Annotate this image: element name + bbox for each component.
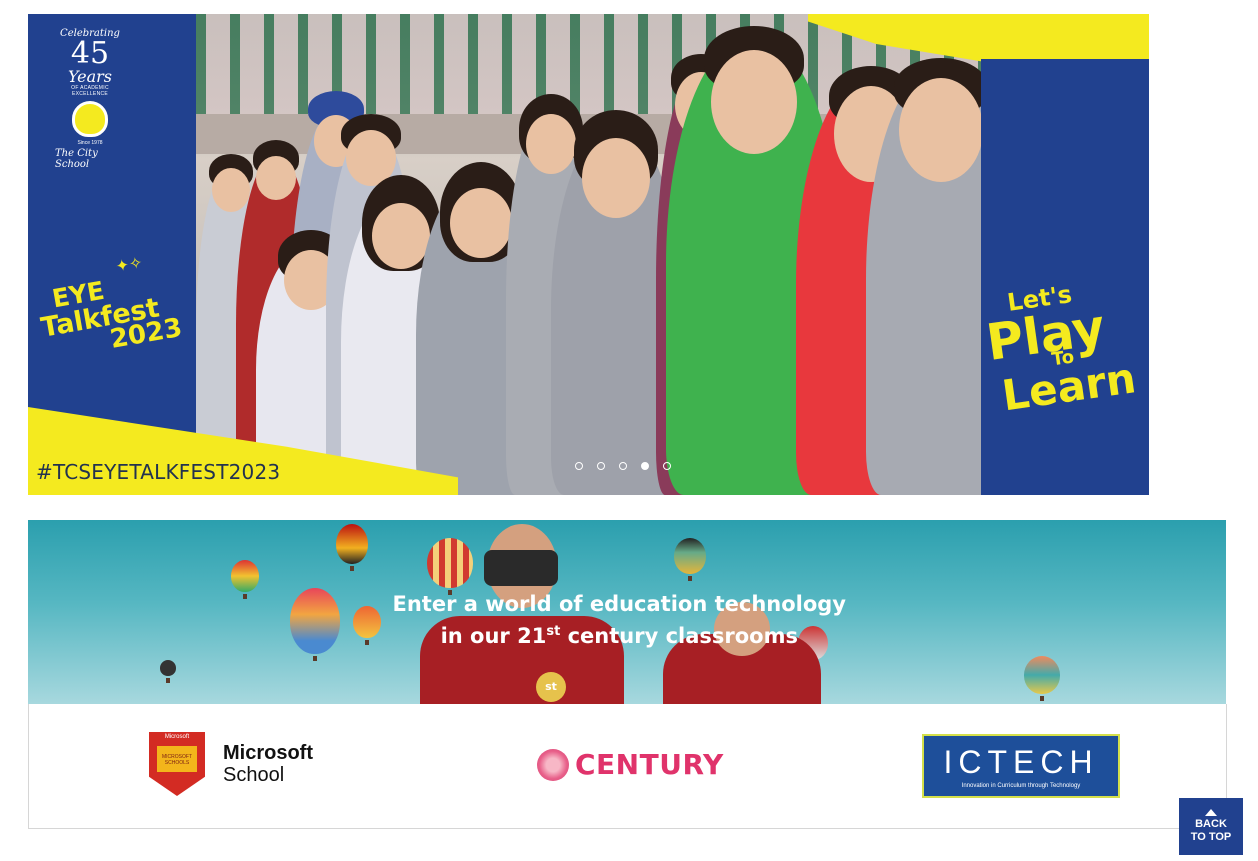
logo-excellence-text: OF ACADEMIC EXCELLENCE (71, 85, 109, 97)
headline-line2: in our 21st century classrooms (28, 618, 846, 650)
hot-air-balloon (231, 560, 259, 592)
event-hashtag: #TCSEYETALKFEST2023 (36, 460, 281, 484)
back-to-top-line1: BACK (1195, 818, 1227, 830)
carousel-dot-2[interactable] (597, 462, 605, 470)
hero-photo (196, 14, 981, 495)
play-to-learn-text: Let's Play To Learn (980, 271, 1149, 420)
carousel-dot-3[interactable] (619, 462, 627, 470)
arrow-up-icon (1205, 809, 1217, 816)
microsoft-school-wordmark: Microsoft School (223, 742, 313, 786)
logo-number: 45 (70, 36, 110, 71)
logo-since-text: Since 1978 (77, 140, 103, 146)
hot-air-balloon (336, 524, 368, 564)
vr-headset-icon (484, 550, 558, 586)
shield-inner: MICROSOFT SCHOOLS (157, 746, 197, 772)
logo-school-name: The City School (55, 148, 98, 170)
school-crest-icon (72, 101, 108, 137)
shield-badge-text: Microsoft (164, 734, 190, 740)
hot-air-balloon (160, 660, 176, 676)
headline-superscript: st (546, 624, 561, 639)
century-orb-icon (537, 748, 569, 781)
edtech-banner[interactable]: st Enter a world of education technology… (28, 520, 1226, 704)
edtech-headline: Enter a world of education technology in… (28, 590, 847, 650)
school-word: School (223, 764, 285, 786)
microsoft-word: Microsoft (223, 742, 313, 764)
shield-inner-text: MICROSOFT SCHOOLS (162, 754, 192, 766)
logo-years-text: Years (67, 67, 113, 86)
partners-strip: Microsoft MICROSOFT SCHOOLS Microsoft Sc… (28, 704, 1227, 829)
ictech-logo[interactable]: ICTECH Innovation in Curriculum through … (922, 734, 1120, 798)
century-logo[interactable]: CENTURY (537, 748, 724, 781)
headline-line2-start: in our 21 (440, 624, 547, 648)
carousel-dots (575, 462, 671, 470)
ictech-wordmark: ICTECH (943, 744, 1099, 780)
microsoft-school-shield-icon: Microsoft MICROSOFT SCHOOLS (149, 732, 205, 796)
carousel-dot-4[interactable] (641, 462, 649, 470)
carousel-dot-1[interactable] (575, 462, 583, 470)
headline-line1: Enter a world of education technology (392, 592, 847, 616)
ictech-tagline: Innovation in Curriculum through Technol… (961, 783, 1081, 789)
back-to-top-button[interactable]: BACK TO TOP (1179, 798, 1243, 855)
century-wordmark: CENTURY (575, 748, 724, 781)
headline-line2-end: century classrooms (560, 624, 798, 648)
hot-air-balloon (1024, 656, 1060, 694)
hot-air-balloon (427, 538, 473, 588)
hero-banner[interactable]: Celebrating 45 Years OF ACADEMIC EXCELLE… (28, 14, 1149, 495)
hot-air-balloon (674, 538, 706, 574)
school-badge: st (536, 672, 566, 702)
city-school-45-years-logo: Celebrating 45 Years OF ACADEMIC EXCELLE… (55, 28, 125, 192)
back-to-top-line2: TO TOP (1190, 831, 1232, 843)
microsoft-school-logo[interactable]: Microsoft MICROSOFT SCHOOLS Microsoft Sc… (149, 732, 313, 796)
carousel-dot-5[interactable] (663, 462, 671, 470)
